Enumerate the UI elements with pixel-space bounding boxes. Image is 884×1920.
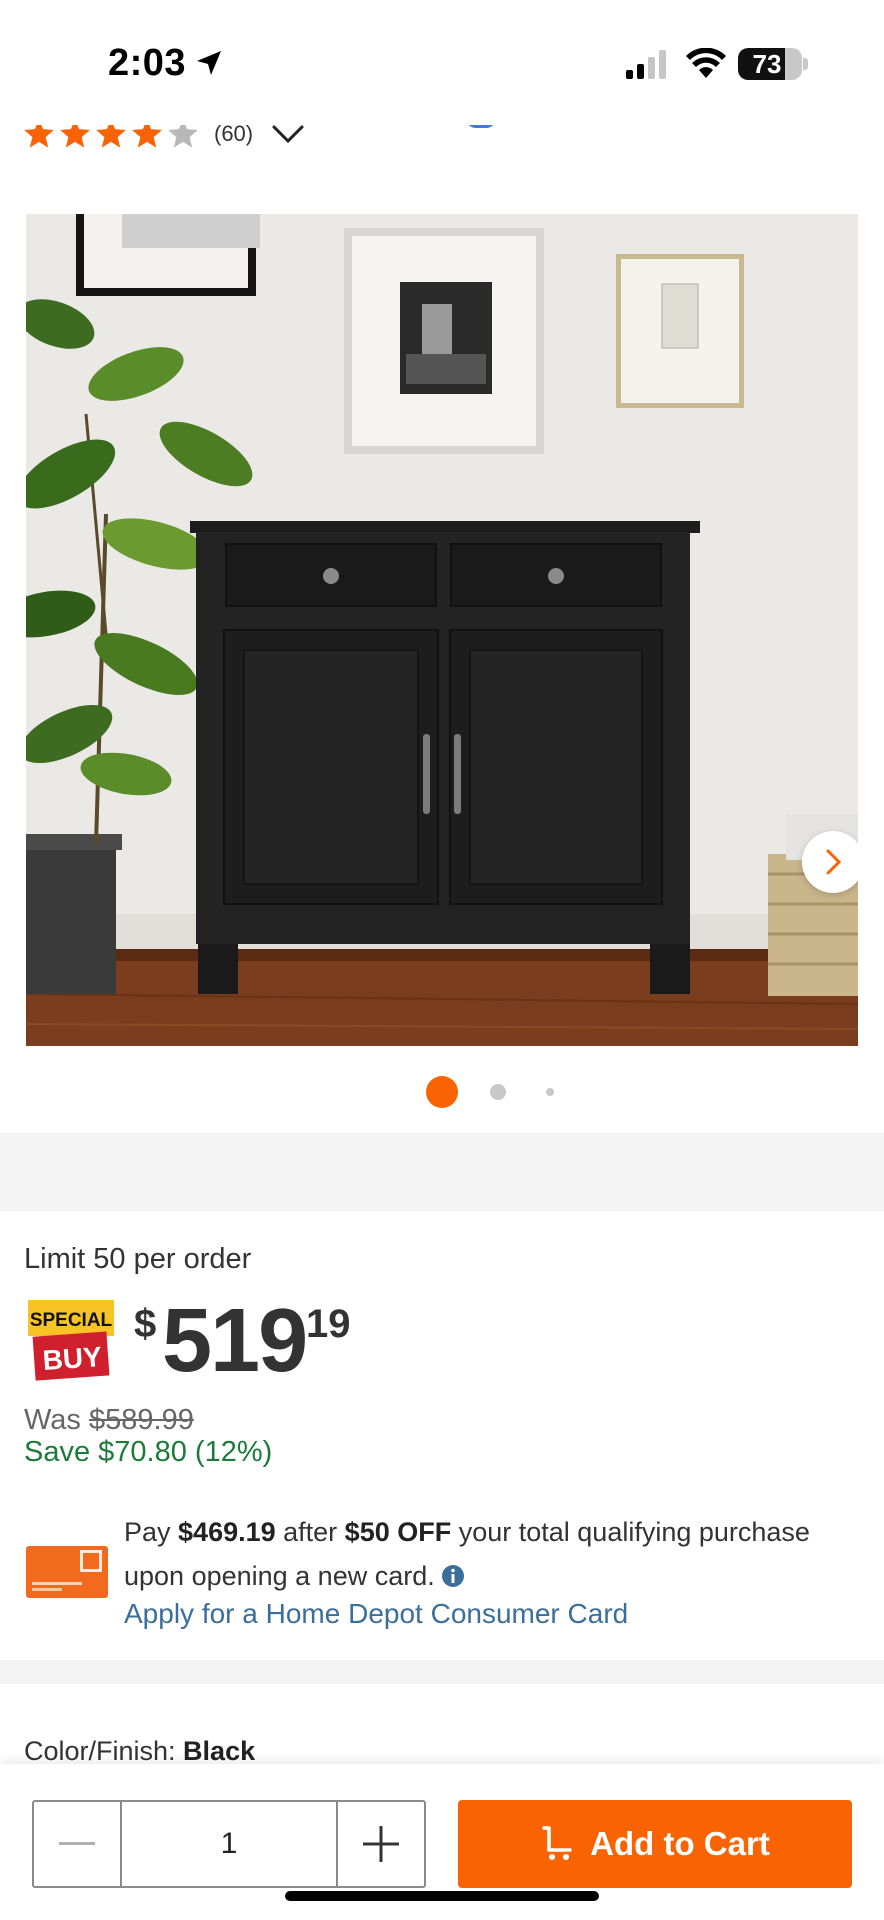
special-buy-badge: SPECIAL BUY (28, 1300, 114, 1381)
cabinet-photo (26, 214, 858, 1046)
svg-text:BUY: BUY (42, 1341, 103, 1376)
image-gallery (0, 188, 884, 1133)
price-dollars: 519 (162, 1291, 308, 1391)
home-indicator (285, 1891, 599, 1901)
price-currency: $ (134, 1302, 157, 1346)
next-image-button[interactable] (802, 831, 858, 893)
battery-indicator: 73 (738, 48, 802, 80)
chevron-down-icon[interactable] (271, 123, 305, 145)
product-image[interactable] (26, 214, 858, 1046)
increase-quantity-button[interactable] (338, 1802, 424, 1886)
plus-icon (363, 1826, 399, 1862)
gallery-pagination (0, 1072, 884, 1112)
cart-icon (542, 1826, 572, 1860)
was-price: $589.99 (89, 1404, 194, 1436)
gallery-dot[interactable] (426, 1076, 458, 1108)
svg-text:SPECIAL: SPECIAL (30, 1310, 113, 1331)
section-divider (0, 1133, 884, 1211)
card-promo-text: Pay $469.19 after $50 OFF your total qua… (124, 1510, 864, 1598)
promo-discount: $50 OFF (344, 1517, 452, 1547)
minus-icon (59, 1842, 95, 1845)
promo-text-1: Pay (124, 1517, 179, 1547)
credit-card-image (26, 1546, 108, 1598)
promo-text-2: after (275, 1517, 345, 1547)
gallery-dot[interactable] (490, 1084, 506, 1100)
order-limit: Limit 50 per order (24, 1243, 252, 1275)
add-to-cart-label: Add to Cart (590, 1825, 770, 1862)
add-to-cart-button[interactable]: Add to Cart (458, 1800, 852, 1888)
promo-amount: $469.19 (178, 1517, 276, 1547)
battery-tip (803, 58, 808, 70)
status-time: 2:03 (108, 42, 187, 84)
savings: Save $70.80 (12%) (24, 1436, 273, 1468)
color-finish-value: Black (183, 1736, 256, 1766)
signal-icon (626, 50, 666, 79)
section-divider-2 (0, 1660, 884, 1684)
battery-percent: 73 (752, 49, 782, 79)
wifi-icon (686, 48, 726, 78)
price-cents: 19 (306, 1302, 351, 1346)
was-price-line: Was $589.99 (24, 1404, 194, 1437)
decrease-quantity-button[interactable] (34, 1802, 120, 1886)
was-label: Was (24, 1404, 81, 1436)
info-icon[interactable] (441, 1564, 465, 1588)
status-bar: 2:03 73 (0, 0, 884, 125)
apply-card-link[interactable]: Apply for a Home Depot Consumer Card (124, 1598, 628, 1630)
quantity-input[interactable]: 1 (122, 1802, 336, 1886)
chevron-right-icon (826, 849, 842, 875)
color-finish-label: Color/Finish: Black (24, 1736, 255, 1767)
quantity-stepper: 1 (32, 1800, 426, 1888)
color-finish-key: Color/Finish: (24, 1736, 184, 1766)
location-arrow-icon (197, 51, 221, 75)
gallery-dot[interactable] (546, 1088, 554, 1096)
